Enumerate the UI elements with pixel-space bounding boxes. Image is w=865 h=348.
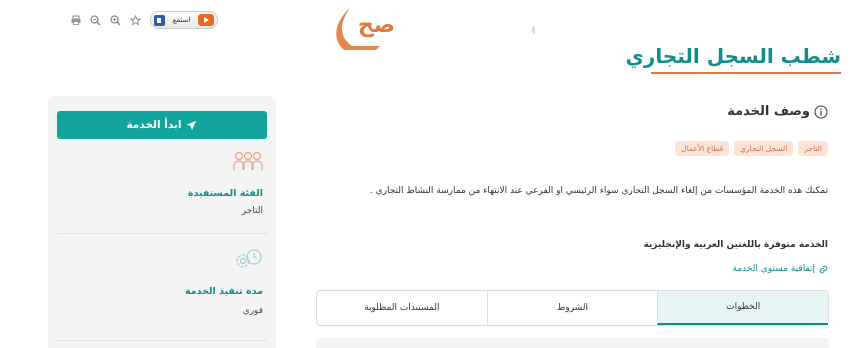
service-tabs: الخطوات الشروط المستندات المطلوبة — [316, 290, 829, 326]
star-icon[interactable] — [130, 14, 141, 26]
duration-title: مدة تنفيذ الخدمة — [184, 286, 263, 297]
service-sidebar: ابدأ الخدمة الفئة المستفيدة التاجر مدة ت… — [48, 96, 276, 348]
sla-link[interactable]: إتفاقية مستوى الخدمة — [732, 264, 828, 274]
listen-label: استمع — [172, 16, 191, 24]
language-note: الخدمة متوفرة باللغتين العربية والإنجليز… — [643, 240, 828, 250]
description-title: وصف الخدمة — [727, 104, 810, 119]
start-service-label: ابدأ الخدمة — [126, 119, 182, 131]
tab-steps[interactable]: الخطوات — [657, 291, 828, 325]
site-logo: سبوري صح — [330, 2, 628, 58]
zoom-out-icon[interactable] — [90, 14, 101, 26]
link-icon — [819, 265, 828, 273]
tag[interactable]: السجل التجاري — [734, 141, 794, 156]
start-service-button[interactable]: ابدأ الخدمة — [57, 111, 267, 139]
tag[interactable]: قطاع الأعمال — [675, 141, 730, 156]
people-icon — [233, 150, 263, 176]
duration-block: مدة تنفيذ الخدمة فوري — [57, 246, 267, 336]
beneficiary-title: الفئة المستفيدة — [187, 188, 263, 199]
description-header: وصف الخدمة — [727, 104, 828, 119]
beneficiary-block: الفئة المستفيدة التاجر — [57, 150, 267, 230]
send-icon — [187, 120, 197, 130]
sidebar-divider — [57, 340, 267, 341]
gear-clock-icon — [233, 248, 263, 276]
sla-link-label: إتفاقية مستوى الخدمة — [732, 264, 815, 274]
svg-text:سبوري: سبوري — [530, 6, 535, 39]
beneficiary-value: التاجر — [241, 206, 263, 216]
listen-button[interactable]: استمع — [150, 11, 218, 29]
description-text: تمكنك هذه الخدمة المؤسسات من إلغاء السجل… — [369, 186, 828, 196]
speaker-icon — [154, 14, 165, 26]
tab-required-documents[interactable]: المستندات المطلوبة — [317, 291, 487, 325]
tag-list: التاجر السجل التجاري قطاع الأعمال — [675, 141, 828, 156]
page-toolbar: استمع — [70, 11, 218, 29]
duration-value: فوري — [242, 306, 263, 316]
tab-conditions[interactable]: الشروط — [486, 291, 658, 325]
title-underline — [651, 72, 841, 74]
sidebar-divider — [57, 233, 267, 234]
info-icon — [814, 105, 828, 118]
play-icon — [198, 14, 214, 26]
print-icon[interactable] — [70, 15, 81, 26]
page-title: شطب السجل التجاري — [625, 44, 841, 68]
tab-panel — [316, 338, 829, 348]
tag[interactable]: التاجر — [798, 141, 828, 156]
zoom-in-icon[interactable] — [110, 14, 121, 26]
svg-text:صح: صح — [358, 13, 395, 38]
